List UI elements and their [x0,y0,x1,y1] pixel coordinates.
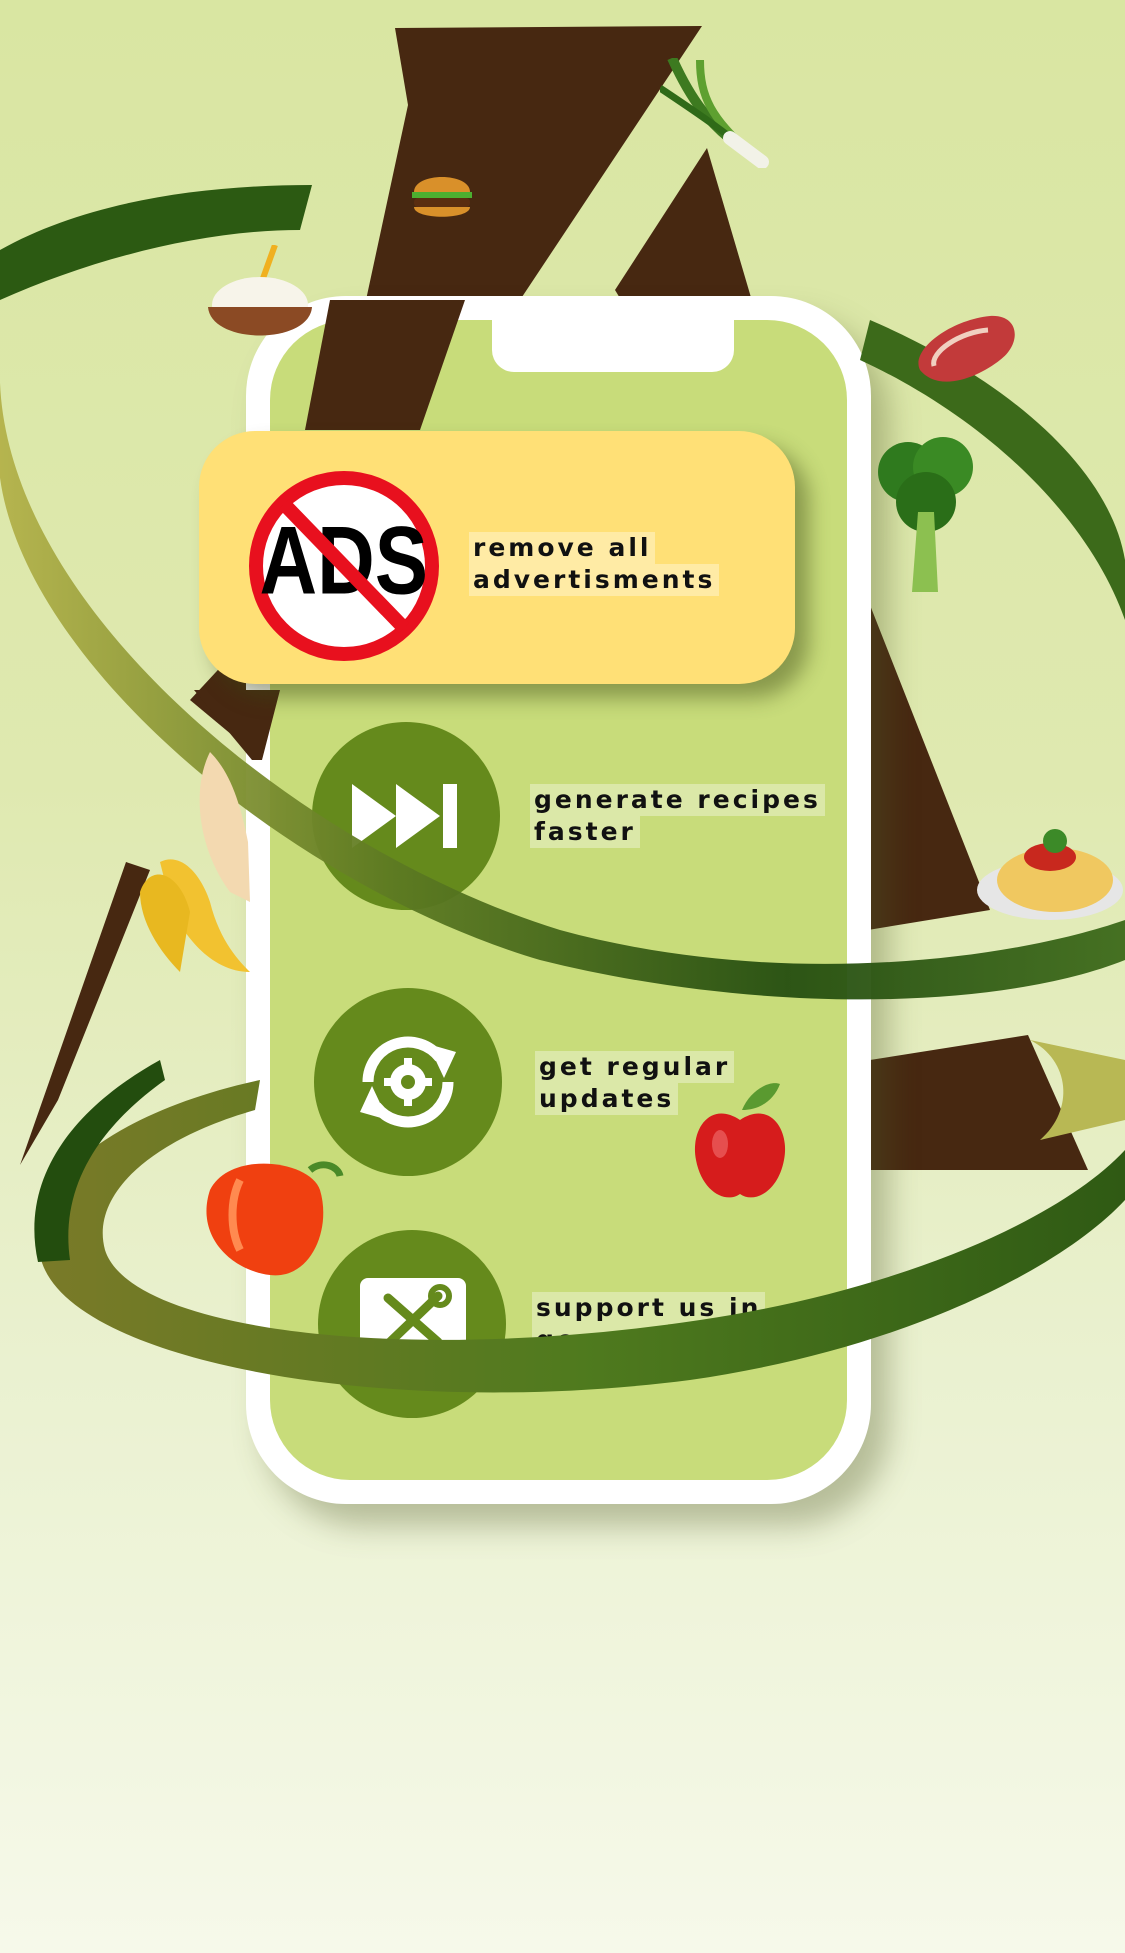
broccoli-icon [868,432,978,602]
feature-line: general [532,1324,669,1356]
feature-line: advertisments [469,564,720,596]
leek-icon [660,58,770,168]
feature-line: remove all [469,532,656,564]
fast-forward-icon [352,784,457,848]
no-ads-icon: ADS [249,471,439,661]
bell-pepper-icon [200,1150,345,1285]
apple-icon [690,1080,790,1206]
support-circle[interactable] [318,1230,506,1418]
feature-line: generate recipes [530,784,825,816]
rice-bowl-icon [205,245,315,365]
brown-diagonal-over-screen [305,300,465,430]
feature-line: updates [535,1083,679,1115]
burger-icon [410,166,474,226]
refresh-gear-icon [360,1036,456,1128]
feature-line: support us in [532,1292,766,1324]
brown-diagonal-below-card [194,690,280,760]
spaghetti-plate-icon [975,815,1125,925]
tools-support-icon [360,1278,466,1380]
feature-line: faster [530,816,640,848]
generate-faster-circle[interactable] [312,722,500,910]
feature-remove-ads-text: remove all advertisments [469,532,720,596]
steak-icon [910,310,1020,400]
feature-line: get regular [535,1051,735,1083]
regular-updates-circle[interactable] [314,988,502,1176]
feature-generate-faster-text: generate recipes faster [530,784,825,848]
feature-support-text: support us in general [532,1292,766,1356]
banana-icon [140,752,250,982]
